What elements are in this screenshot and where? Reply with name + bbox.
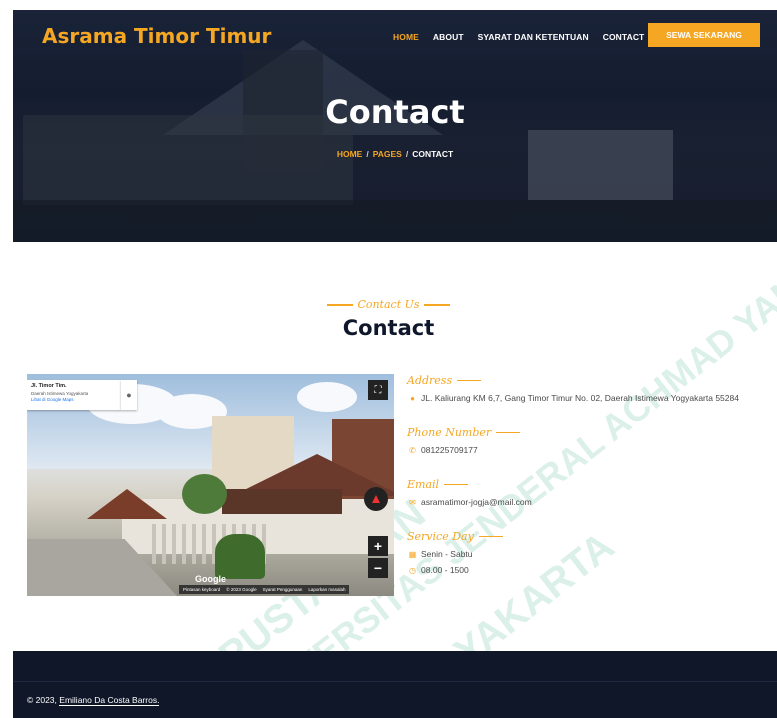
nav-terms[interactable]: SYARAT DAN KETENTUAN	[478, 32, 589, 42]
service-hours-text: 08.00 - 1500	[421, 565, 469, 575]
map-place-card: Jl. Timor Tim. Daerah Istimewa Yogyakart…	[27, 380, 121, 410]
footer-divider	[13, 681, 777, 682]
map-open-link[interactable]: Lihat di Google Maps	[31, 397, 117, 402]
map-pin-icon[interactable]: ●	[121, 380, 137, 410]
map-porch	[222, 489, 342, 514]
service-label: Service Day	[407, 530, 503, 543]
phone-icon: ✆	[409, 445, 416, 455]
hero-bg-ground	[13, 200, 777, 242]
map-attribution: Pintasan keyboard © 2023 Google Syarat P…	[179, 585, 350, 594]
page-title: Contact	[325, 93, 465, 131]
google-logo: Google	[195, 574, 226, 584]
email-label: Email	[407, 478, 532, 491]
service-days-text: Senin - Sabtu	[421, 549, 473, 559]
breadcrumb: HOME / PAGES / CONTACT	[336, 149, 454, 159]
zoom-in-button[interactable]: +	[368, 536, 388, 556]
map-cloud	[297, 382, 357, 412]
clock-icon: ◷	[409, 565, 416, 575]
nav-about[interactable]: ABOUT	[433, 32, 464, 42]
email-text[interactable]: asramatimor-jogja@mail.com	[421, 497, 532, 507]
map-report[interactable]: Laporkan masalah	[308, 587, 345, 592]
fullscreen-icon[interactable]: ⛶	[368, 380, 388, 400]
hero-banner: Asrama Timor Timur HOME ABOUT SYARAT DAN…	[13, 10, 777, 242]
rent-now-button[interactable]: SEWA SEKARANG	[648, 23, 760, 47]
section-subtitle: Contact Us	[0, 298, 777, 311]
map-place-region: Daerah Istimewa Yogyakarta	[31, 391, 89, 396]
brand-logo[interactable]: Asrama Timor Timur	[42, 24, 271, 48]
map-keyboard-shortcuts[interactable]: Pintasan keyboard	[183, 587, 220, 592]
address-block: Address ● JL. Kaliurang KM 6,7, Gang Tim…	[407, 374, 739, 403]
zoom-out-button[interactable]: −	[368, 558, 388, 578]
breadcrumb-home[interactable]: HOME	[337, 149, 363, 159]
phone-label: Phone Number	[407, 426, 521, 439]
envelope-icon: ✉	[409, 497, 416, 507]
breadcrumb-current: CONTACT	[412, 149, 454, 159]
copyright: © 2023, Emiliano Da Costa Barros.	[27, 695, 160, 706]
map-roof	[87, 489, 167, 519]
site-footer: © 2023, Emiliano Da Costa Barros.	[13, 651, 777, 718]
author-link[interactable]: Emiliano Da Costa Barros.	[59, 695, 160, 706]
address-text: JL. Kaliurang KM 6,7, Gang Timor Timur N…	[421, 393, 739, 403]
street-view-map[interactable]: Jl. Timor Tim. Daerah Istimewa Yogyakart…	[27, 374, 394, 596]
service-block: Service Day ▦ Senin - Sabtu ◷ 08.00 - 15…	[407, 530, 503, 575]
calendar-icon: ▦	[408, 549, 417, 559]
phone-text[interactable]: 081225709177	[421, 445, 478, 455]
email-block: Email ✉ asramatimor-jogja@mail.com	[407, 478, 532, 507]
nav-home[interactable]: HOME	[393, 32, 419, 42]
map-terms[interactable]: Syarat Penggunaan	[263, 587, 303, 592]
map-plant	[215, 534, 265, 579]
map-copyright: © 2023 Google	[226, 587, 257, 592]
phone-block: Phone Number ✆ 081225709177	[407, 426, 521, 455]
map-place-name: Jl. Timor Tim.	[31, 383, 67, 389]
hero-bg-signboard	[528, 130, 673, 200]
main-nav: HOME ABOUT SYARAT DAN KETENTUAN CONTACT	[393, 32, 644, 42]
location-pin-icon: ●	[410, 393, 415, 403]
address-label: Address	[407, 374, 739, 387]
section-title: Contact	[342, 316, 435, 340]
breadcrumb-pages[interactable]: PAGES	[373, 149, 402, 159]
nav-contact[interactable]: CONTACT	[603, 32, 645, 42]
map-tree	[182, 474, 227, 514]
compass-icon[interactable]	[364, 487, 388, 511]
